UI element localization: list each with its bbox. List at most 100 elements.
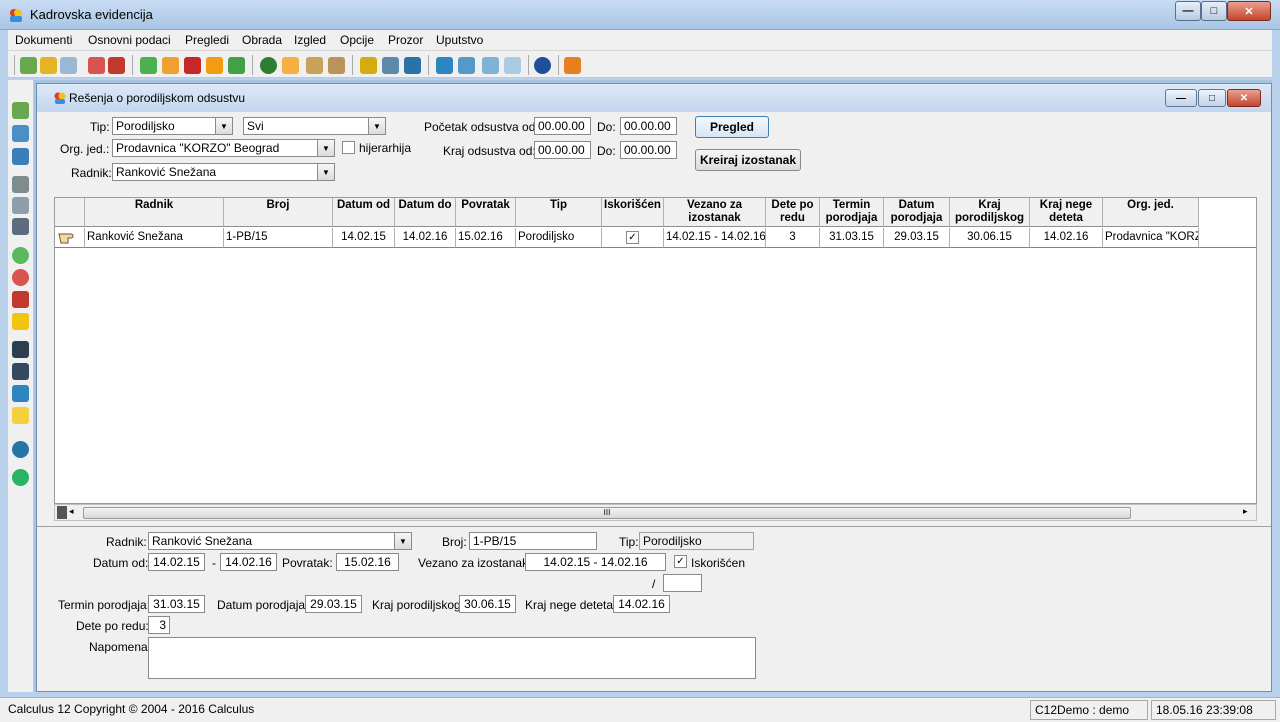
menu-pregledi[interactable]: Pregledi — [185, 33, 229, 47]
tip-select[interactable]: Porodiljsko ▼ — [112, 117, 233, 135]
pregled-button[interactable]: Pregled — [695, 116, 769, 138]
open-folder-icon[interactable] — [20, 57, 37, 74]
person-icon[interactable] — [228, 57, 245, 74]
table-icon[interactable] — [458, 57, 475, 74]
sort-icon[interactable] — [12, 385, 29, 402]
table-cell[interactable]: 14.02.15 - 14.02.16 — [664, 228, 766, 248]
radnik-filter-select[interactable]: Ranković Snežana ▼ — [112, 163, 335, 181]
col-iskoriscen[interactable]: Iskorišćen — [602, 198, 664, 227]
hierarchy-icon[interactable] — [140, 57, 157, 74]
globe-icon[interactable] — [260, 57, 277, 74]
document-info-icon[interactable] — [382, 57, 399, 74]
save-as-icon[interactable] — [12, 125, 29, 142]
col-radnik[interactable]: Radnik — [85, 198, 224, 227]
save-icon[interactable] — [12, 102, 29, 119]
pocetak-od-input[interactable]: 00.00.00 — [534, 117, 591, 135]
minimize-button[interactable]: — — [1175, 1, 1201, 21]
iskoriscen-checkbox[interactable]: ✓ — [674, 555, 687, 568]
menu-dokumenti[interactable]: Dokumenti — [15, 33, 72, 47]
key-icon[interactable] — [60, 57, 77, 74]
menu-izgled[interactable]: Izgled — [294, 33, 326, 47]
termin-input[interactable]: 31.03.15 — [148, 595, 205, 613]
scroll-right-icon[interactable]: ▸ — [1243, 506, 1248, 517]
table-cell[interactable]: Porodiljsko — [516, 228, 602, 248]
edit-icon[interactable] — [12, 313, 29, 330]
col-datum-od[interactable]: Datum od — [333, 198, 395, 227]
close-button[interactable]: ✕ — [1227, 1, 1271, 21]
menu-opcije[interactable]: Opcije — [340, 33, 374, 47]
grid-view-icon[interactable] — [436, 57, 453, 74]
document-user-icon[interactable] — [40, 57, 57, 74]
kraj-porodiljskog-input[interactable]: 30.06.15 — [459, 595, 516, 613]
menu-uputstvo[interactable]: Uputstvo — [436, 33, 483, 47]
datum-do-input[interactable]: 14.02.16 — [220, 553, 277, 571]
formula-icon[interactable] — [184, 57, 201, 74]
info-icon[interactable] — [404, 57, 421, 74]
table-cell[interactable]: Ranković Snežana — [85, 228, 224, 248]
scroll-thumb[interactable]: III — [83, 507, 1131, 519]
table-cell[interactable]: 30.06.15 — [950, 228, 1030, 248]
exit-icon[interactable] — [564, 57, 581, 74]
vezano-input[interactable]: 14.02.15 - 14.02.16 — [525, 553, 666, 571]
table-cell[interactable]: 14.02.16 — [395, 228, 456, 248]
radnik-select[interactable]: Ranković Snežana ▼ — [148, 532, 412, 550]
refresh-icon[interactable] — [12, 469, 29, 486]
maximize-button[interactable]: □ — [1201, 1, 1227, 21]
table-cell[interactable]: 15.02.16 — [456, 228, 516, 248]
menu-osnovni-podaci[interactable]: Osnovni podaci — [88, 33, 171, 47]
undo-icon[interactable] — [12, 291, 29, 308]
horizontal-scrollbar[interactable]: ◂ III ▸ — [54, 504, 1257, 521]
col-datum-do[interactable]: Datum do — [395, 198, 456, 227]
print-icon[interactable] — [12, 176, 29, 193]
block-user-icon[interactable] — [108, 57, 125, 74]
kraj-nege-input[interactable]: 14.02.16 — [613, 595, 670, 613]
povratak-input[interactable]: 15.02.16 — [336, 553, 399, 571]
datum-porodjaja-input[interactable]: 29.03.15 — [305, 595, 362, 613]
table-cell[interactable]: Prodavnica "KORZO — [1103, 228, 1199, 248]
slash-input[interactable] — [663, 574, 702, 592]
help-side-icon[interactable] — [12, 441, 29, 458]
attach-icon[interactable] — [12, 218, 29, 235]
col-povratak[interactable]: Povratak — [456, 198, 516, 227]
table-cell[interactable]: 14.02.15 — [333, 228, 395, 248]
org-select[interactable]: Prodavnica "KORZO" Beograd ▼ — [112, 139, 335, 157]
settings-icon[interactable] — [504, 57, 521, 74]
col-org-jed[interactable]: Org. jed. — [1103, 198, 1199, 227]
col-kraj-nege[interactable]: Kraj nege deteta — [1030, 198, 1103, 227]
iskoriscen-cell-checkbox[interactable]: ✓ — [626, 231, 639, 244]
svi-select[interactable]: Svi ▼ — [243, 117, 386, 135]
help-icon[interactable] — [534, 57, 551, 74]
table-cell[interactable]: ✓ — [602, 228, 664, 248]
col-tip[interactable]: Tip — [516, 198, 602, 227]
add-icon[interactable] — [12, 247, 29, 264]
napomena-textarea[interactable] — [148, 637, 756, 679]
kraj-do-input[interactable]: 00.00.00 — [620, 141, 677, 159]
child-close-button[interactable]: ✕ — [1227, 89, 1261, 107]
kraj-od-input[interactable]: 00.00.00 — [534, 141, 591, 159]
broj-input[interactable]: 1-PB/15 — [469, 532, 597, 550]
table-cell[interactable]: 29.03.15 — [884, 228, 950, 248]
table-cell[interactable]: 3 — [766, 228, 820, 248]
remove-icon[interactable] — [12, 269, 29, 286]
pocetak-do-input[interactable]: 00.00.00 — [620, 117, 677, 135]
table-cell[interactable]: 31.03.15 — [820, 228, 884, 248]
table-cell[interactable]: 1-PB/15 — [224, 228, 333, 248]
report-icon[interactable] — [360, 57, 377, 74]
export-icon[interactable] — [482, 57, 499, 74]
filter-icon[interactable] — [12, 407, 29, 424]
tools-icon[interactable] — [162, 57, 179, 74]
col-dete[interactable]: Dete po redu — [766, 198, 820, 227]
home-icon[interactable] — [328, 57, 345, 74]
hijerarhija-checkbox[interactable] — [342, 141, 355, 154]
col-vezano[interactable]: Vezano za izostanak — [664, 198, 766, 227]
child-minimize-button[interactable]: — — [1165, 89, 1197, 107]
print-preview-icon[interactable] — [12, 197, 29, 214]
delete-document-icon[interactable] — [88, 57, 105, 74]
datum-od-input[interactable]: 14.02.15 — [148, 553, 205, 571]
menu-obrada[interactable]: Obrada — [242, 33, 282, 47]
binoculars-icon[interactable] — [12, 341, 29, 358]
col-datum-porodjaja[interactable]: Datum porodjaja — [884, 198, 950, 227]
col-termin[interactable]: Termin porodjaja — [820, 198, 884, 227]
save-all-icon[interactable] — [12, 148, 29, 165]
scroll-left-icon[interactable]: ◂ — [69, 506, 74, 517]
